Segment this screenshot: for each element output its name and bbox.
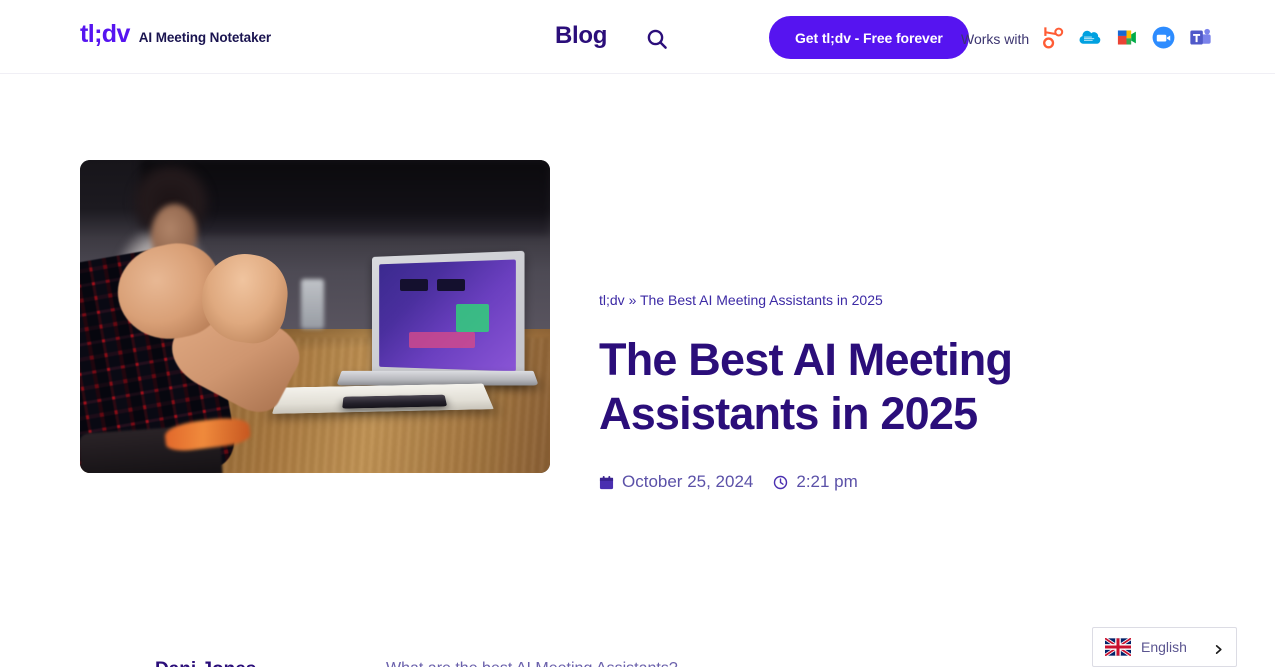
brand-wordmark: tl;dv: [80, 20, 130, 48]
clock-icon: [773, 475, 788, 490]
brand-logo-link[interactable]: tl;dv AI Meeting Notetaker: [80, 22, 271, 47]
hero-image: [80, 160, 550, 473]
language-selector[interactable]: English: [1092, 627, 1237, 667]
post-time-label: 2:21 pm: [796, 472, 858, 492]
zoom-icon[interactable]: [1151, 25, 1176, 50]
google-meet-icon[interactable]: [1114, 25, 1139, 50]
nav-item-blog[interactable]: Blog: [555, 22, 607, 51]
page-title: The Best AI Meeting Assistants in 2025: [599, 333, 1013, 440]
site-header: tl;dv AI Meeting Notetaker Blog Get tl;d…: [0, 0, 1275, 74]
works-with-label: Works with: [961, 31, 1030, 47]
post-date: October 25, 2024: [599, 472, 753, 492]
integration-icons: [1040, 25, 1213, 50]
post-meta: October 25, 2024 2:21 pm: [599, 472, 1069, 492]
hero-photo-illustration: [80, 160, 550, 473]
microsoft-teams-icon[interactable]: [1188, 25, 1213, 50]
article-text: What are the best AI Meeting Assistants?…: [386, 657, 1076, 667]
author-block: Dani Jones: [80, 659, 355, 667]
author-name-link[interactable]: Dani Jones: [155, 659, 256, 667]
uk-flag-icon: [1104, 636, 1132, 658]
search-icon[interactable]: [645, 27, 669, 51]
hero-text-column: tl;dv » The Best AI Meeting Assistants i…: [599, 160, 1069, 492]
article-question: What are the best AI Meeting Assistants?: [386, 657, 1076, 667]
hubspot-icon[interactable]: [1040, 25, 1065, 50]
brand-tagline: AI Meeting Notetaker: [138, 30, 272, 45]
salesforce-icon[interactable]: [1077, 25, 1102, 50]
breadcrumb[interactable]: tl;dv » The Best AI Meeting Assistants i…: [599, 160, 1069, 311]
calendar-icon: [599, 475, 614, 490]
language-label: English: [1141, 639, 1187, 655]
post-time: 2:21 pm: [773, 472, 858, 492]
chevron-right-icon[interactable]: [1213, 642, 1224, 654]
post-date-label: October 25, 2024: [622, 472, 754, 492]
get-tldv-cta-button[interactable]: Get tl;dv - Free forever: [769, 16, 969, 59]
